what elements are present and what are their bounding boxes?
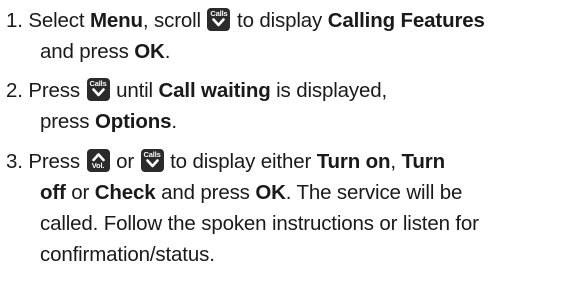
turn-keyword: Turn — [401, 150, 446, 173]
calls-down-key-icon: Calls — [140, 149, 164, 172]
step-1-line-2: and press OK. — [40, 40, 171, 63]
instruction-document: 1. Select Menu, scroll Calls to display … — [0, 0, 565, 281]
step-number: 2. — [6, 79, 23, 102]
check-keyword: Check — [94, 181, 156, 204]
ok-keyword: OK — [255, 181, 286, 204]
turn-on-keyword: Turn on — [316, 150, 391, 173]
step-3: 3. Press Vol. or Calls to display either… — [0, 146, 565, 270]
step-3-line-3: called. Follow the spoken instructions o… — [40, 212, 479, 235]
step-number: 1. — [6, 9, 23, 32]
step-2: 2. Press Calls until Call waiting is dis… — [0, 75, 565, 137]
call-waiting-keyword: Call waiting — [158, 79, 271, 102]
ok-keyword: OK — [134, 40, 165, 63]
calling-features-keyword: Calling Features — [327, 9, 485, 32]
vol-up-key-icon: Vol. — [86, 149, 110, 172]
calls-down-key-icon: Calls — [207, 8, 231, 31]
off-keyword: off — [40, 181, 66, 204]
calls-down-key-icon: Calls — [86, 78, 110, 101]
step-2-line-1: 2. Press Calls until Call waiting is dis… — [6, 78, 388, 102]
step-3-line-2: off or Check and press OK. The service w… — [40, 181, 463, 204]
step-2-line-2: press Options. — [40, 110, 177, 133]
options-keyword: Options — [94, 110, 172, 133]
step-1: 1. Select Menu, scroll Calls to display … — [0, 5, 565, 67]
step-3-line-4: confirmation/status. — [40, 243, 215, 266]
step-1-line-1: 1. Select Menu, scroll Calls to display … — [6, 8, 485, 32]
step-3-line-1: 3. Press Vol. or Calls to display either… — [6, 149, 446, 173]
menu-keyword: Menu — [89, 9, 143, 32]
step-number: 3. — [6, 150, 23, 173]
